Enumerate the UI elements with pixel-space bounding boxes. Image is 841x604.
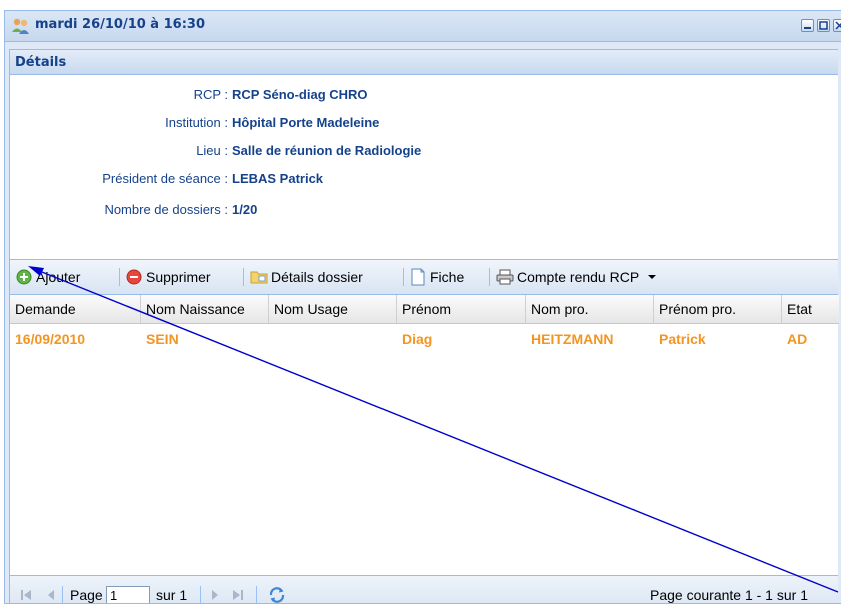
detail-value: RCP Séno-diag CHRO xyxy=(232,87,368,102)
compte-rendu-label: Compte rendu RCP xyxy=(517,269,640,285)
folder-icon xyxy=(250,271,268,284)
last-page-icon xyxy=(233,590,243,600)
first-page-button[interactable] xyxy=(20,576,32,603)
pager-separator xyxy=(62,586,63,603)
refresh-button[interactable] xyxy=(268,576,286,603)
maximize-button[interactable] xyxy=(817,19,830,32)
detail-label: Institution : xyxy=(165,115,228,130)
close-button[interactable] xyxy=(833,19,841,32)
column-header-nom-naissance[interactable]: Nom Naissance xyxy=(141,295,269,323)
printer-icon xyxy=(496,269,514,285)
column-header-demande[interactable]: Demande xyxy=(10,295,141,323)
cell-etat: AD xyxy=(787,331,808,347)
toolbar-separator xyxy=(489,268,490,286)
pagination-bar: Page sur 1 Page courante 1 - 1 sur 1 xyxy=(9,575,838,603)
details-panel-title: Détails xyxy=(15,55,67,70)
detail-rcp: RCP : RCP Séno-diag CHRO xyxy=(10,85,839,105)
compte-rendu-button[interactable]: Compte rendu RCP xyxy=(496,260,657,294)
window: mardi 26/10/10 à 16:30 Détails RCP : RCP… xyxy=(4,10,841,604)
window-title: mardi 26/10/10 à 16:30 xyxy=(35,17,205,32)
page-input-wrap xyxy=(106,576,150,603)
page-number-input[interactable] xyxy=(106,586,150,603)
column-header-nom-pro[interactable]: Nom pro. xyxy=(526,295,654,323)
delete-button[interactable]: Supprimer xyxy=(126,260,211,294)
detail-value: 1/20 xyxy=(232,202,258,217)
cell-prenom: Diag xyxy=(402,331,433,347)
detail-label: Nombre de dossiers : xyxy=(104,202,228,217)
toolbar-separator xyxy=(243,268,244,286)
add-icon xyxy=(16,269,32,285)
prev-page-button[interactable] xyxy=(46,576,56,603)
refresh-icon xyxy=(269,587,285,603)
cell-nom-pro: HEITZMANN xyxy=(531,331,614,347)
page-count-label: sur 1 xyxy=(156,587,188,603)
detail-lieu: Lieu : Salle de réunion de Radiologie xyxy=(10,141,839,161)
detail-institution: Institution : Hôpital Porte Madeleine xyxy=(10,113,839,133)
fiche-label: Fiche xyxy=(430,269,465,285)
details-panel-header[interactable]: Détails xyxy=(9,49,838,75)
detail-value: Salle de réunion de Radiologie xyxy=(232,143,422,158)
details-dossier-label: Détails dossier xyxy=(271,269,363,285)
details-dossier-button[interactable]: Détails dossier xyxy=(250,260,363,294)
column-header-etat[interactable]: Etat xyxy=(782,295,839,323)
chevron-down-icon xyxy=(648,275,657,279)
delete-label: Supprimer xyxy=(146,269,211,285)
detail-label: Président de séance : xyxy=(102,171,228,186)
toolbar-separator xyxy=(119,268,120,286)
add-label: Ajouter xyxy=(36,269,81,285)
table-row[interactable]: 16/09/2010 SEIN Diag HEITZMANN Patrick A… xyxy=(10,325,839,353)
users-icon xyxy=(12,18,29,34)
first-page-icon xyxy=(21,590,31,600)
cell-nom-naissance: SEIN xyxy=(146,331,179,347)
page-label: Page xyxy=(70,587,103,603)
details-panel: RCP : RCP Séno-diag CHRO Institution : H… xyxy=(9,75,838,259)
close-icon xyxy=(835,21,841,30)
add-button[interactable]: Ajouter xyxy=(16,260,80,294)
column-header-nom-usage[interactable]: Nom Usage xyxy=(269,295,397,323)
detail-dossiers: Nombre de dossiers : 1/20 xyxy=(10,200,839,220)
dossiers-grid: Demande Nom Naissance Nom Usage Prénom N… xyxy=(9,295,839,575)
pager-separator xyxy=(256,586,257,603)
detail-value: LEBAS Patrick xyxy=(232,171,324,186)
detail-label: Lieu : xyxy=(196,143,228,158)
column-header-prenom[interactable]: Prénom xyxy=(397,295,526,323)
minimize-button[interactable] xyxy=(801,19,814,32)
minimize-icon xyxy=(804,27,811,29)
next-page-button[interactable] xyxy=(210,576,220,603)
prev-page-icon xyxy=(48,590,54,600)
detail-president: Président de séance : LEBAS Patrick xyxy=(10,169,839,189)
detail-value: Hôpital Porte Madeleine xyxy=(232,115,380,130)
fiche-button[interactable]: Fiche xyxy=(410,260,464,294)
last-page-button[interactable] xyxy=(232,576,244,603)
maximize-icon xyxy=(819,21,828,30)
grid-header: Demande Nom Naissance Nom Usage Prénom N… xyxy=(10,295,839,324)
grid-toolbar: Ajouter Supprimer Détails dossier Fiche xyxy=(9,259,838,295)
cell-nom-usage xyxy=(269,325,402,353)
next-page-icon xyxy=(212,590,218,600)
pager-separator xyxy=(200,586,201,603)
pagination-status: Page courante 1 - 1 sur 1 xyxy=(650,587,808,603)
detail-label: RCP : xyxy=(193,87,228,102)
window-titlebar[interactable]: mardi 26/10/10 à 16:30 xyxy=(5,11,841,42)
document-icon xyxy=(411,268,425,286)
cell-demande: 16/09/2010 xyxy=(15,331,86,347)
delete-icon xyxy=(126,269,142,285)
toolbar-separator xyxy=(403,268,404,286)
cell-prenom-pro: Patrick xyxy=(659,331,706,347)
column-header-prenom-pro[interactable]: Prénom pro. xyxy=(654,295,782,323)
